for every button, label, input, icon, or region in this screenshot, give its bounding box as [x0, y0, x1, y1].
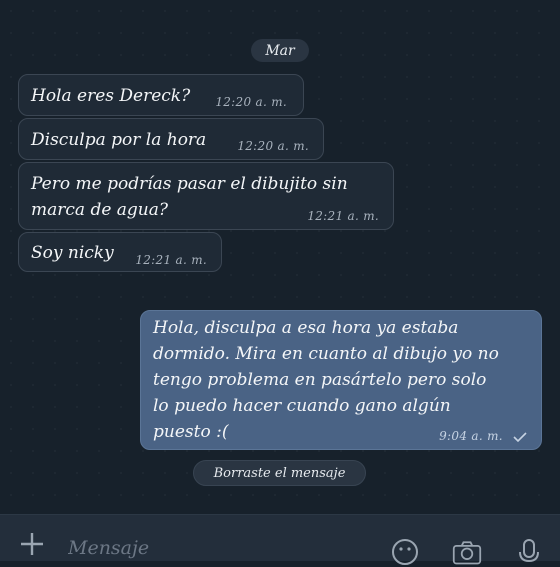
message-text: Disculpa por la hora: [31, 130, 207, 150]
date-separator: Mar: [251, 39, 309, 62]
deleted-message-label: Borraste el mensaje: [213, 465, 346, 481]
camera-icon[interactable]: [452, 537, 482, 567]
deleted-message-notice: Borraste el mensaje: [193, 460, 366, 486]
date-separator-label: Mar: [265, 42, 295, 59]
message-time: 12:21 a. m.: [307, 209, 379, 223]
plus-icon[interactable]: [18, 529, 46, 557]
emoji-icon[interactable]: [390, 537, 420, 567]
message-input[interactable]: [66, 533, 370, 563]
message-time: 12:20 a. m.: [215, 95, 287, 109]
outgoing-message[interactable]: Hola, disculpa a esa hora ya estaba dorm…: [140, 310, 542, 450]
incoming-message[interactable]: Disculpa por la hora 12:20 a. m.: [18, 118, 324, 160]
message-time: 12:21 a. m.: [135, 253, 207, 267]
message-time: 12:20 a. m.: [237, 139, 309, 153]
message-time-wrapper: 9:04 a. m.: [439, 429, 527, 443]
message-input-bar: [0, 514, 560, 565]
message-text: Hola eres Dereck?: [31, 86, 191, 106]
check-icon: [513, 431, 527, 442]
message-text: Pero me podrías pasar el dibujito sin ma…: [31, 174, 348, 220]
message-time: 9:04 a. m.: [439, 429, 503, 443]
incoming-message[interactable]: Hola eres Dereck? 12:20 a. m.: [18, 74, 304, 116]
incoming-message[interactable]: Soy nicky 12:21 a. m.: [18, 232, 222, 272]
message-text: Soy nicky: [31, 243, 114, 263]
incoming-message[interactable]: Pero me podrías pasar el dibujito sin ma…: [18, 162, 394, 230]
message-text: Hola, disculpa a esa hora ya estaba dorm…: [153, 318, 499, 442]
microphone-icon[interactable]: [514, 537, 544, 567]
